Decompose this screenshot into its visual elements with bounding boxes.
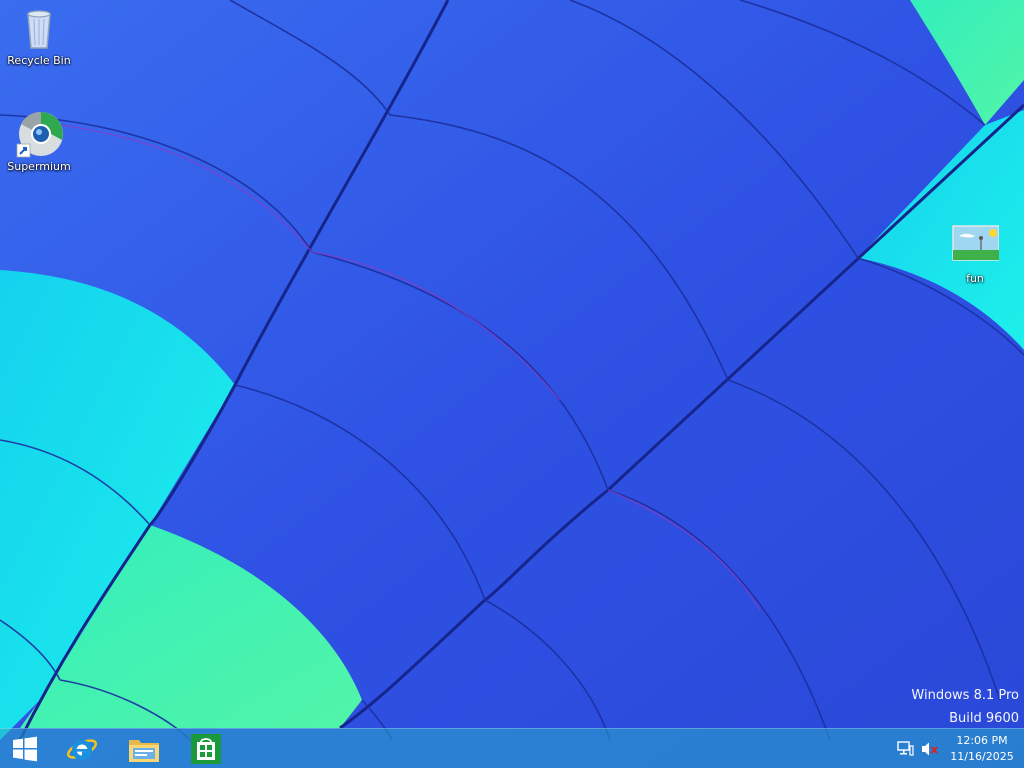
desktop-icon-label: Recycle Bin [7,54,71,67]
desktop-icon-label: fun [966,272,984,285]
recycle-bin-icon [27,10,51,49]
watermark-build: Build 9600 [949,711,1019,726]
tray-clock[interactable]: 12:06 PM 11/16/2025 [946,733,1018,765]
file-explorer-icon [129,740,159,762]
desktop-icon-recycle-bin[interactable]: Recycle Bin [0,4,78,67]
taskbar-windows-store-button[interactable] [176,729,236,768]
clock-time: 12:06 PM [956,734,1008,747]
tray-volume-button[interactable] [921,741,939,757]
wallpaper-balloon-panels [0,0,1024,768]
windows-version-watermark: Windows 8.1 Pro Build 9600 [911,684,1019,730]
taskbar: 12:06 PM 11/16/2025 [0,728,1024,768]
volume-muted-icon [922,742,938,756]
tray-network-button[interactable] [897,741,915,757]
watermark-edition: Windows 8.1 Pro [911,688,1019,703]
desktop-icon-supermium[interactable]: Supermium [0,110,78,173]
internet-explorer-icon [66,739,98,760]
desktop-icon-label: Supermium [7,160,71,173]
desktop-icon-fun[interactable]: fun [936,222,1014,285]
supermium-browser-icon [16,111,63,158]
windows-store-icon [191,734,221,764]
image-file-icon [952,225,999,261]
desktop[interactable]: Recycle Bin Supermium fun Windows 8.1 Pr… [0,0,1024,768]
start-button[interactable] [0,729,50,768]
taskbar-internet-explorer-button[interactable] [52,729,112,768]
windows-start-icon [13,736,37,762]
clock-date: 11/16/2025 [950,750,1014,763]
network-icon [897,741,914,756]
taskbar-file-explorer-button[interactable] [114,729,174,768]
